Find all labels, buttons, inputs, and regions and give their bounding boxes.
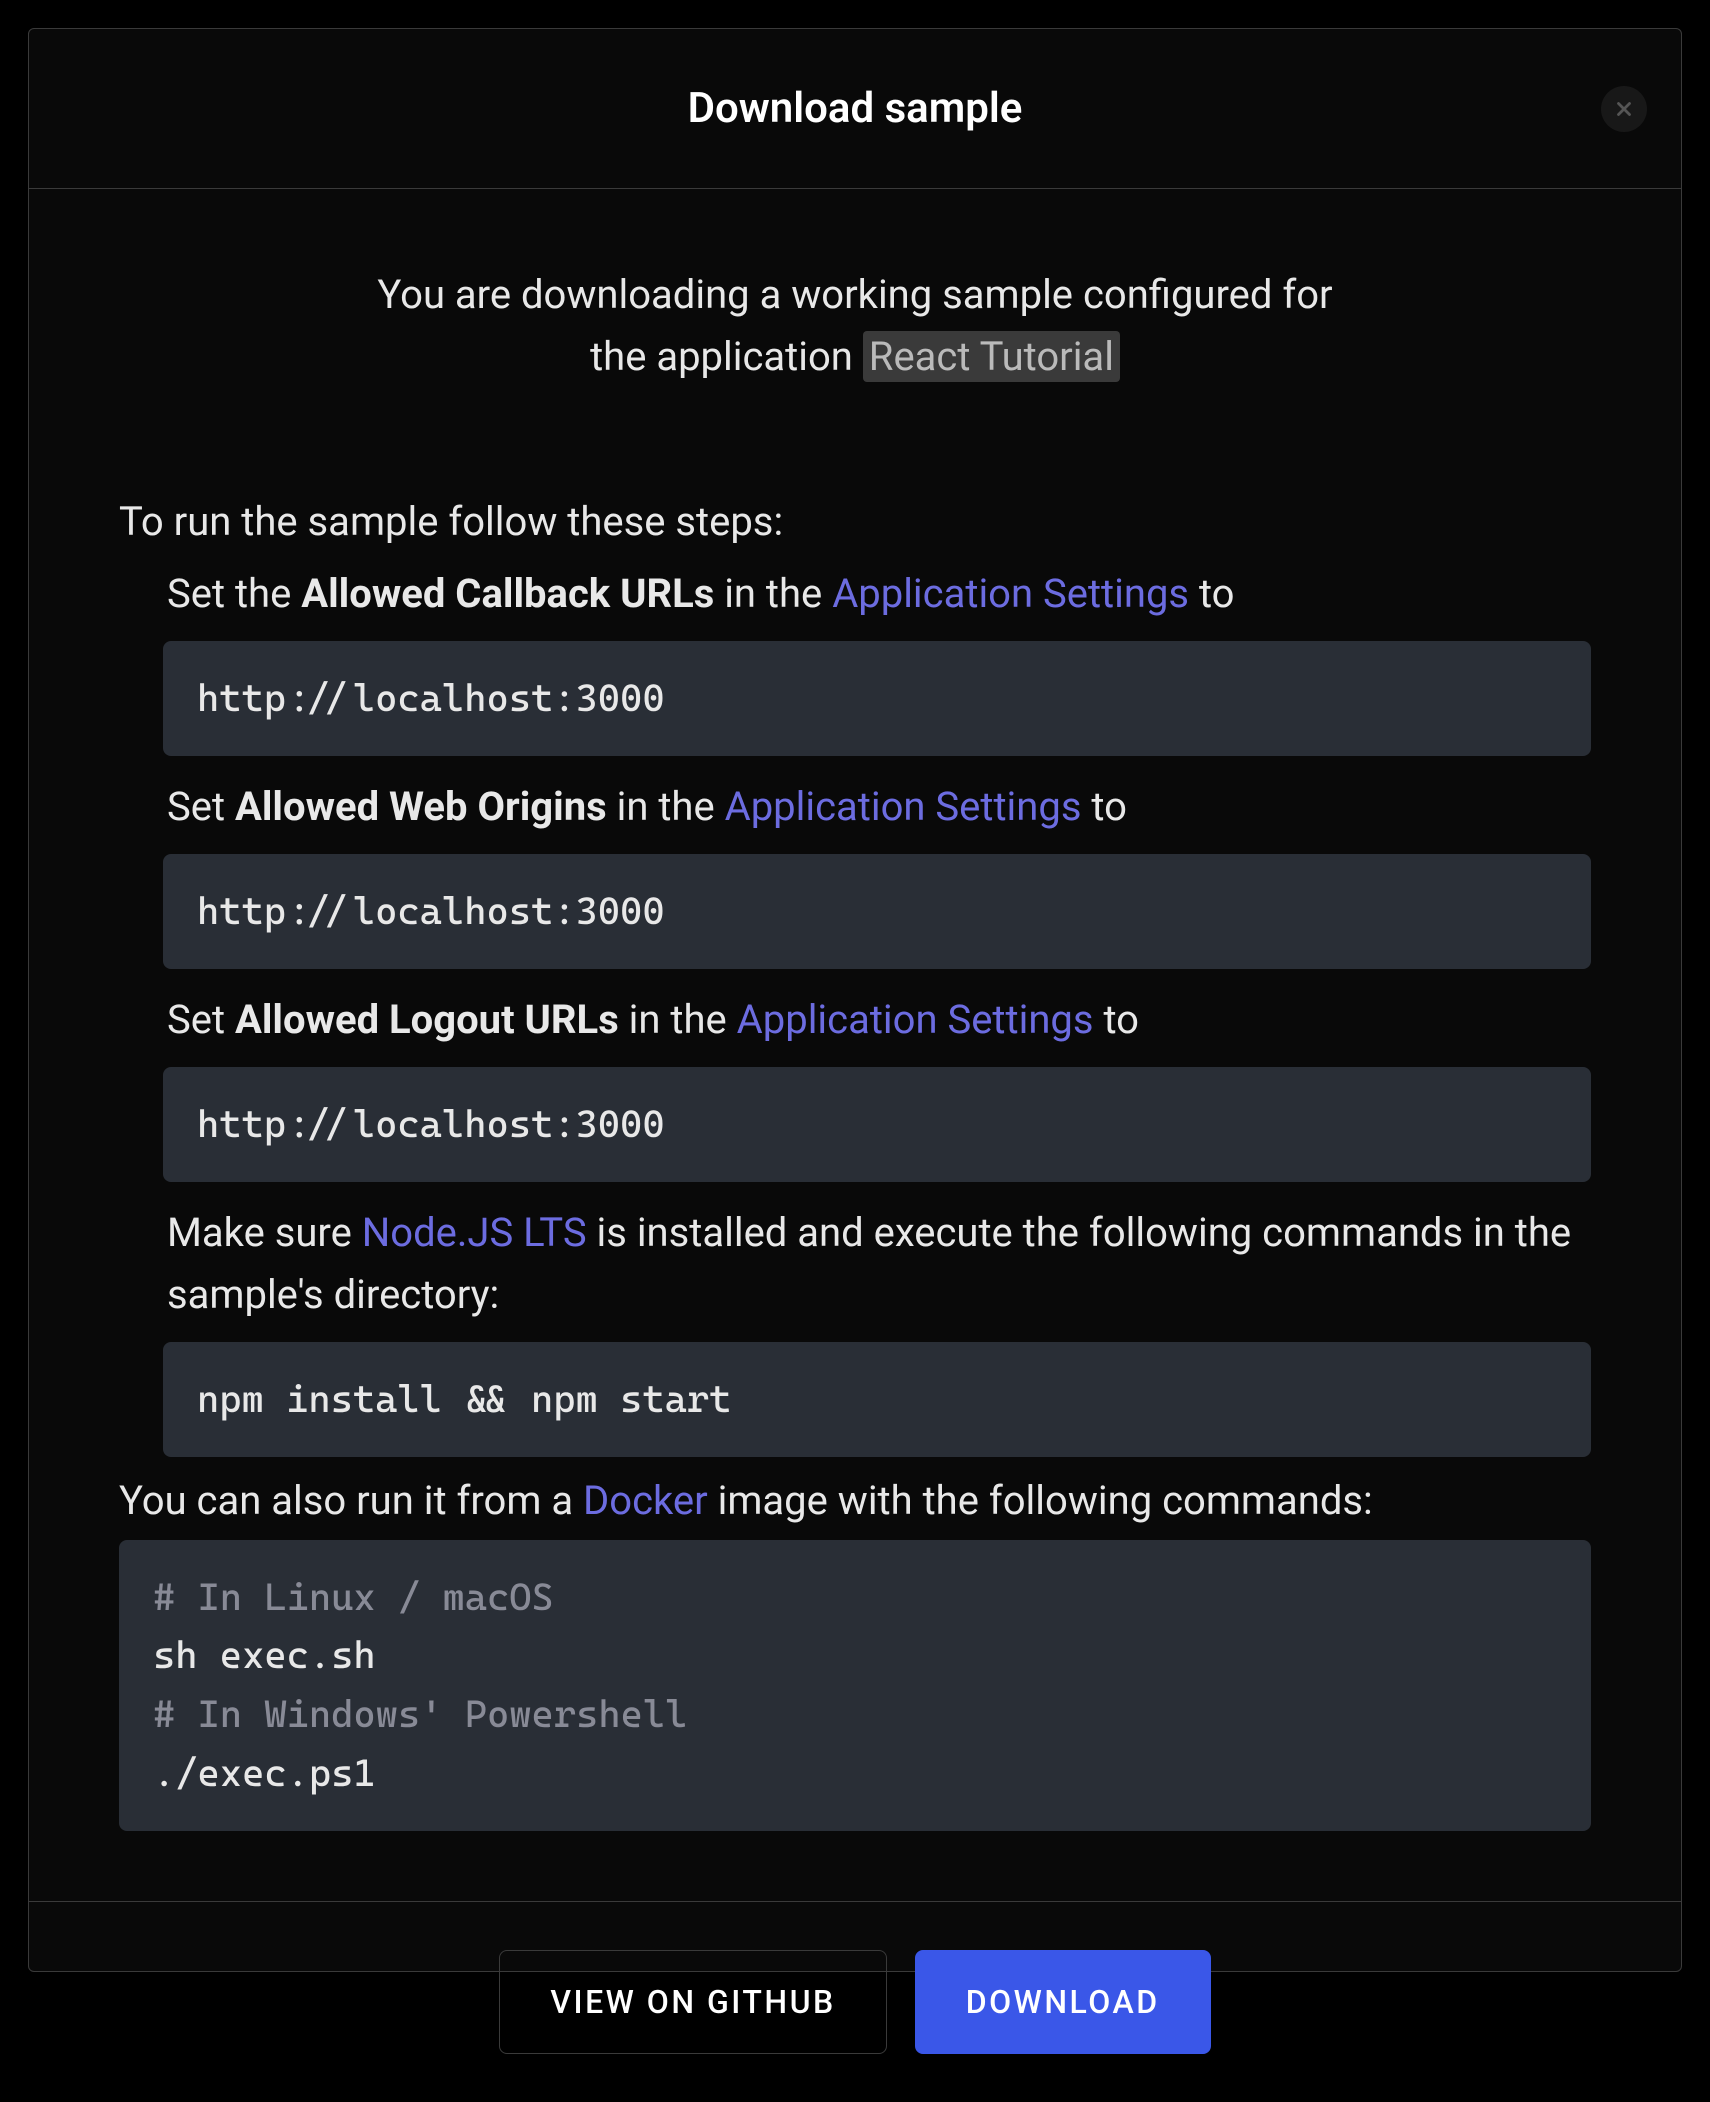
code-comment-linux: # In Linux / macOS (153, 1568, 1557, 1627)
code-npm-install[interactable]: npm install && npm start (163, 1342, 1591, 1457)
view-on-github-button[interactable]: VIEW ON GITHUB (499, 1950, 886, 2054)
dialog-footer: VIEW ON GITHUB DOWNLOAD (29, 1901, 1681, 2102)
docker-intro: You can also run it from a Docker image … (119, 1477, 1591, 1524)
steps-intro: To run the sample follow these steps: (119, 498, 1591, 545)
code-comment-windows: # In Windows' Powershell (153, 1685, 1557, 1744)
code-web-origins[interactable]: http://localhost:3000 (163, 854, 1591, 969)
dialog-title: Download sample (79, 84, 1631, 133)
intro-prefix: You are downloading a working sample con… (377, 271, 1332, 318)
step-web-origins: Set Allowed Web Origins in the Applicati… (167, 776, 1591, 838)
step-node-install: Make sure Node.JS LTS is installed and e… (167, 1202, 1591, 1326)
dialog-header: Download sample (29, 29, 1681, 189)
code-ps1-exec: ./exec.ps1 (153, 1744, 1557, 1803)
close-button[interactable] (1601, 86, 1647, 132)
application-settings-link[interactable]: Application Settings (725, 783, 1082, 830)
intro-line2-prefix: the application (590, 333, 863, 380)
step-logout-urls: Set Allowed Logout URLs in the Applicati… (167, 989, 1591, 1051)
steps-list: Set the Allowed Callback URLs in the App… (119, 563, 1591, 1457)
close-icon (1613, 98, 1635, 120)
step-callback-urls: Set the Allowed Callback URLs in the App… (167, 563, 1591, 625)
download-button[interactable]: DOWNLOAD (915, 1950, 1211, 2054)
dialog-body: You are downloading a working sample con… (29, 189, 1681, 1901)
application-name-badge: React Tutorial (863, 331, 1120, 382)
application-settings-link[interactable]: Application Settings (737, 996, 1094, 1043)
code-sh-exec: sh exec.sh (153, 1626, 1557, 1685)
code-docker-commands[interactable]: # In Linux / macOS sh exec.sh # In Windo… (119, 1540, 1591, 1832)
docker-link[interactable]: Docker (583, 1477, 708, 1524)
application-settings-link[interactable]: Application Settings (832, 570, 1189, 617)
code-callback-url[interactable]: http://localhost:3000 (163, 641, 1591, 756)
nodejs-lts-link[interactable]: Node.JS LTS (362, 1209, 587, 1256)
code-logout-url[interactable]: http://localhost:3000 (163, 1067, 1591, 1182)
download-sample-dialog: Download sample You are downloading a wo… (28, 28, 1682, 1972)
intro-text: You are downloading a working sample con… (119, 264, 1591, 388)
